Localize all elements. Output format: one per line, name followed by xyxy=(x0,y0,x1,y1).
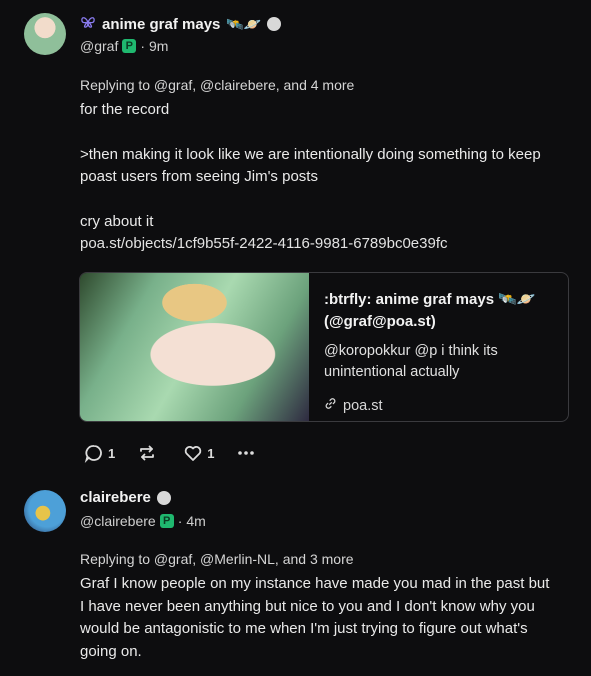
post-content: for the record >then making it look like… xyxy=(80,99,550,256)
instance-badge-icon: P xyxy=(122,39,137,53)
more-icon xyxy=(236,443,256,463)
content-line: >then making it look like we are intenti… xyxy=(80,145,541,186)
reply-button[interactable]: 1 xyxy=(84,443,115,463)
replying-to[interactable]: Replying to @graf, @clairebere, and 4 mo… xyxy=(80,77,354,93)
card-title: :btrfly: anime graf mays 🛰️🪐 (@graf@poa.… xyxy=(324,291,536,330)
status-dot-icon xyxy=(267,17,282,31)
preview-image xyxy=(80,273,309,421)
author-name[interactable]: clairebere xyxy=(80,489,151,506)
more-button[interactable] xyxy=(236,443,256,463)
post-link[interactable]: poa.st/objects/1cf9b55f-2422-4116-9981-6… xyxy=(80,233,550,256)
post-actions: 1 1 xyxy=(84,443,278,463)
post-content: Graf I know people on my instance have m… xyxy=(80,573,550,663)
repeat-icon xyxy=(137,443,157,463)
post-time[interactable]: 4m xyxy=(186,513,205,529)
author-name[interactable]: anime graf mays xyxy=(102,16,220,33)
avatar[interactable] xyxy=(24,490,66,532)
butterfly-icon xyxy=(80,14,96,34)
content-line: cry about it xyxy=(80,212,154,230)
repeat-button[interactable] xyxy=(137,443,161,463)
author-handle[interactable]: @clairebere xyxy=(80,513,156,529)
content-line: for the record xyxy=(80,101,170,118)
replying-to[interactable]: Replying to @graf, @Merlin-NL, and 3 mor… xyxy=(80,551,354,567)
author-name-line: anime graf mays 🛰️🪐 xyxy=(80,14,282,34)
link-preview-card[interactable]: :btrfly: anime graf mays 🛰️🪐 (@graf@poa.… xyxy=(79,272,569,422)
author-handle[interactable]: @graf xyxy=(80,38,118,54)
link-icon xyxy=(324,397,337,414)
time-separator: · xyxy=(140,38,146,54)
time-separator: · xyxy=(177,513,183,529)
like-button[interactable]: 1 xyxy=(183,443,214,463)
card-description: @koropokkur @p i think its unintentional… xyxy=(324,343,498,380)
heart-icon xyxy=(183,443,203,463)
status-dot-icon xyxy=(156,490,171,505)
name-emojis: 🛰️🪐 xyxy=(226,15,262,32)
author-name-line: clairebere xyxy=(80,489,171,506)
instance-badge-icon: P xyxy=(159,514,174,528)
avatar[interactable] xyxy=(24,13,66,55)
author-handle-line: @clairebere P · 4m xyxy=(80,513,206,529)
card-site: poa.st xyxy=(324,397,554,414)
card-site-label: poa.st xyxy=(343,397,383,414)
reply-count: 1 xyxy=(108,445,116,461)
content-text: Graf I know people on my instance have m… xyxy=(80,575,550,660)
like-count: 1 xyxy=(207,445,215,461)
author-handle-line: @graf P · 9m xyxy=(80,38,168,54)
reply-icon xyxy=(84,443,104,463)
post-time[interactable]: 9m xyxy=(149,38,168,54)
